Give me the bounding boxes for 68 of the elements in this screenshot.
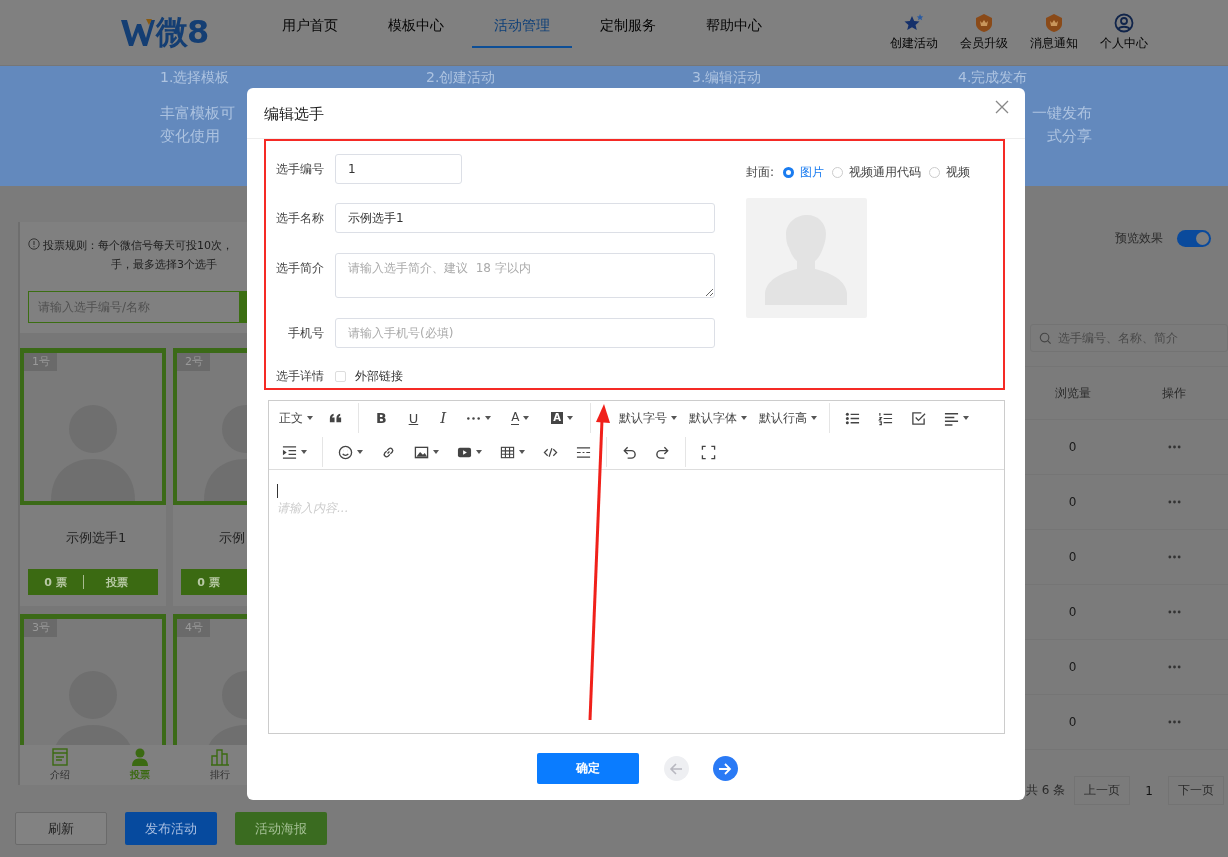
total-count: 共 6 条 bbox=[1026, 782, 1066, 799]
header-action[interactable]: 会员升级 bbox=[960, 13, 1008, 52]
table-cell-text: 0 bbox=[1067, 660, 1078, 674]
field-label: 选手详情 bbox=[275, 368, 324, 385]
confirm-button[interactable]: 确定 bbox=[536, 753, 639, 784]
radio-label: 图片 bbox=[800, 163, 825, 181]
format-dropdown[interactable]: 默认字号 bbox=[613, 404, 684, 432]
input-field[interactable]: 请输入选手简介、建议 18 字以内 bbox=[335, 253, 715, 298]
action-button[interactable]: 发布活动 bbox=[125, 812, 217, 845]
format-dropdown[interactable]: 默认字体 bbox=[683, 404, 754, 432]
previous-page-button[interactable]: 上一页 bbox=[1074, 776, 1131, 805]
bottom-tab[interactable]: 排行 bbox=[180, 748, 247, 785]
field-label: 手机号 bbox=[287, 324, 324, 342]
column-header: 浏览量 bbox=[1053, 384, 1092, 402]
step-title: 4.完成发布 bbox=[958, 69, 1028, 87]
table-cell-text: 0 bbox=[1067, 550, 1078, 564]
page-number[interactable]: 1 bbox=[1139, 783, 1159, 798]
contestant-name: 示例 bbox=[218, 529, 246, 547]
nav-tab[interactable]: 模板中心 bbox=[366, 0, 466, 48]
next-page-button[interactable]: 下一页 bbox=[1167, 776, 1224, 805]
field-label: 选手名称 bbox=[275, 209, 324, 227]
vote-count: 0 票 bbox=[43, 574, 68, 590]
table-cell-text: 0 bbox=[1067, 715, 1078, 729]
radio-label: 视频 bbox=[946, 163, 971, 181]
rules-text: 手，最多选择3个选手 bbox=[110, 257, 218, 273]
format-dropdown[interactable]: 正文 bbox=[273, 404, 319, 432]
step-title: 2.创建活动 bbox=[426, 69, 496, 87]
field-label: 选手编号 bbox=[275, 160, 324, 178]
nav-tab[interactable]: 定制服务 bbox=[578, 0, 678, 48]
background-color-button[interactable]: A bbox=[540, 404, 585, 432]
contestant-name: 示例选手1 bbox=[65, 529, 128, 547]
format-dropdown[interactable]: 默认行高 bbox=[753, 404, 824, 432]
step-title: 1.选择模板 bbox=[160, 69, 230, 87]
input-field[interactable]: 示例选手1 bbox=[335, 203, 715, 233]
step-description: 一键发布 bbox=[1032, 103, 1092, 124]
dialog-title: 编辑选手 bbox=[264, 104, 324, 124]
column-header: 操作 bbox=[1161, 384, 1187, 402]
action-button[interactable]: 刷新 bbox=[15, 812, 107, 845]
logo-text: 微8 bbox=[156, 11, 209, 53]
step-description: 式分享 bbox=[1047, 126, 1092, 147]
cover-label: 封面: bbox=[746, 163, 775, 181]
vote-link[interactable]: 投票 bbox=[84, 574, 149, 590]
header-action[interactable]: 创建活动 bbox=[890, 13, 938, 52]
bold-button[interactable]: B bbox=[365, 404, 398, 432]
table-cell-text: 0 bbox=[1067, 440, 1078, 454]
table-cell-text: 0 bbox=[1067, 495, 1078, 509]
vote-count: 0 票 bbox=[196, 574, 221, 590]
nav-tab[interactable]: 用户首页 bbox=[260, 0, 360, 48]
preview-label: 预览效果 bbox=[1115, 229, 1163, 247]
checkbox-label: 外部链接 bbox=[355, 368, 403, 385]
nav-tab[interactable]: 帮助中心 bbox=[684, 0, 784, 48]
rules-text: 投票规则：每个微信号每天可投10次， bbox=[43, 238, 233, 254]
nav-tab[interactable]: 活动管理 bbox=[472, 0, 572, 48]
step-description: 丰富模板可 bbox=[160, 103, 235, 124]
header-action[interactable]: 个人中心 bbox=[1100, 13, 1148, 52]
underline-button[interactable]: U bbox=[397, 404, 430, 432]
input-field[interactable]: 1 bbox=[335, 154, 462, 184]
step-description: 变化使用 bbox=[160, 126, 220, 147]
input-field[interactable]: 请输入手机号(必填) bbox=[335, 318, 715, 348]
step-title: 3.编辑活动 bbox=[692, 69, 762, 87]
header-action[interactable]: 消息通知 bbox=[1030, 13, 1078, 52]
action-button[interactable]: 活动海报 bbox=[235, 812, 327, 845]
field-label: 选手简介 bbox=[275, 260, 324, 277]
font-color-button[interactable]: A bbox=[500, 404, 541, 432]
bottom-tab[interactable]: 介绍 bbox=[20, 748, 100, 785]
italic-button[interactable]: I bbox=[429, 404, 458, 432]
radio-label: 视频通用代码 bbox=[849, 163, 922, 181]
table-cell-text: 0 bbox=[1067, 605, 1078, 619]
